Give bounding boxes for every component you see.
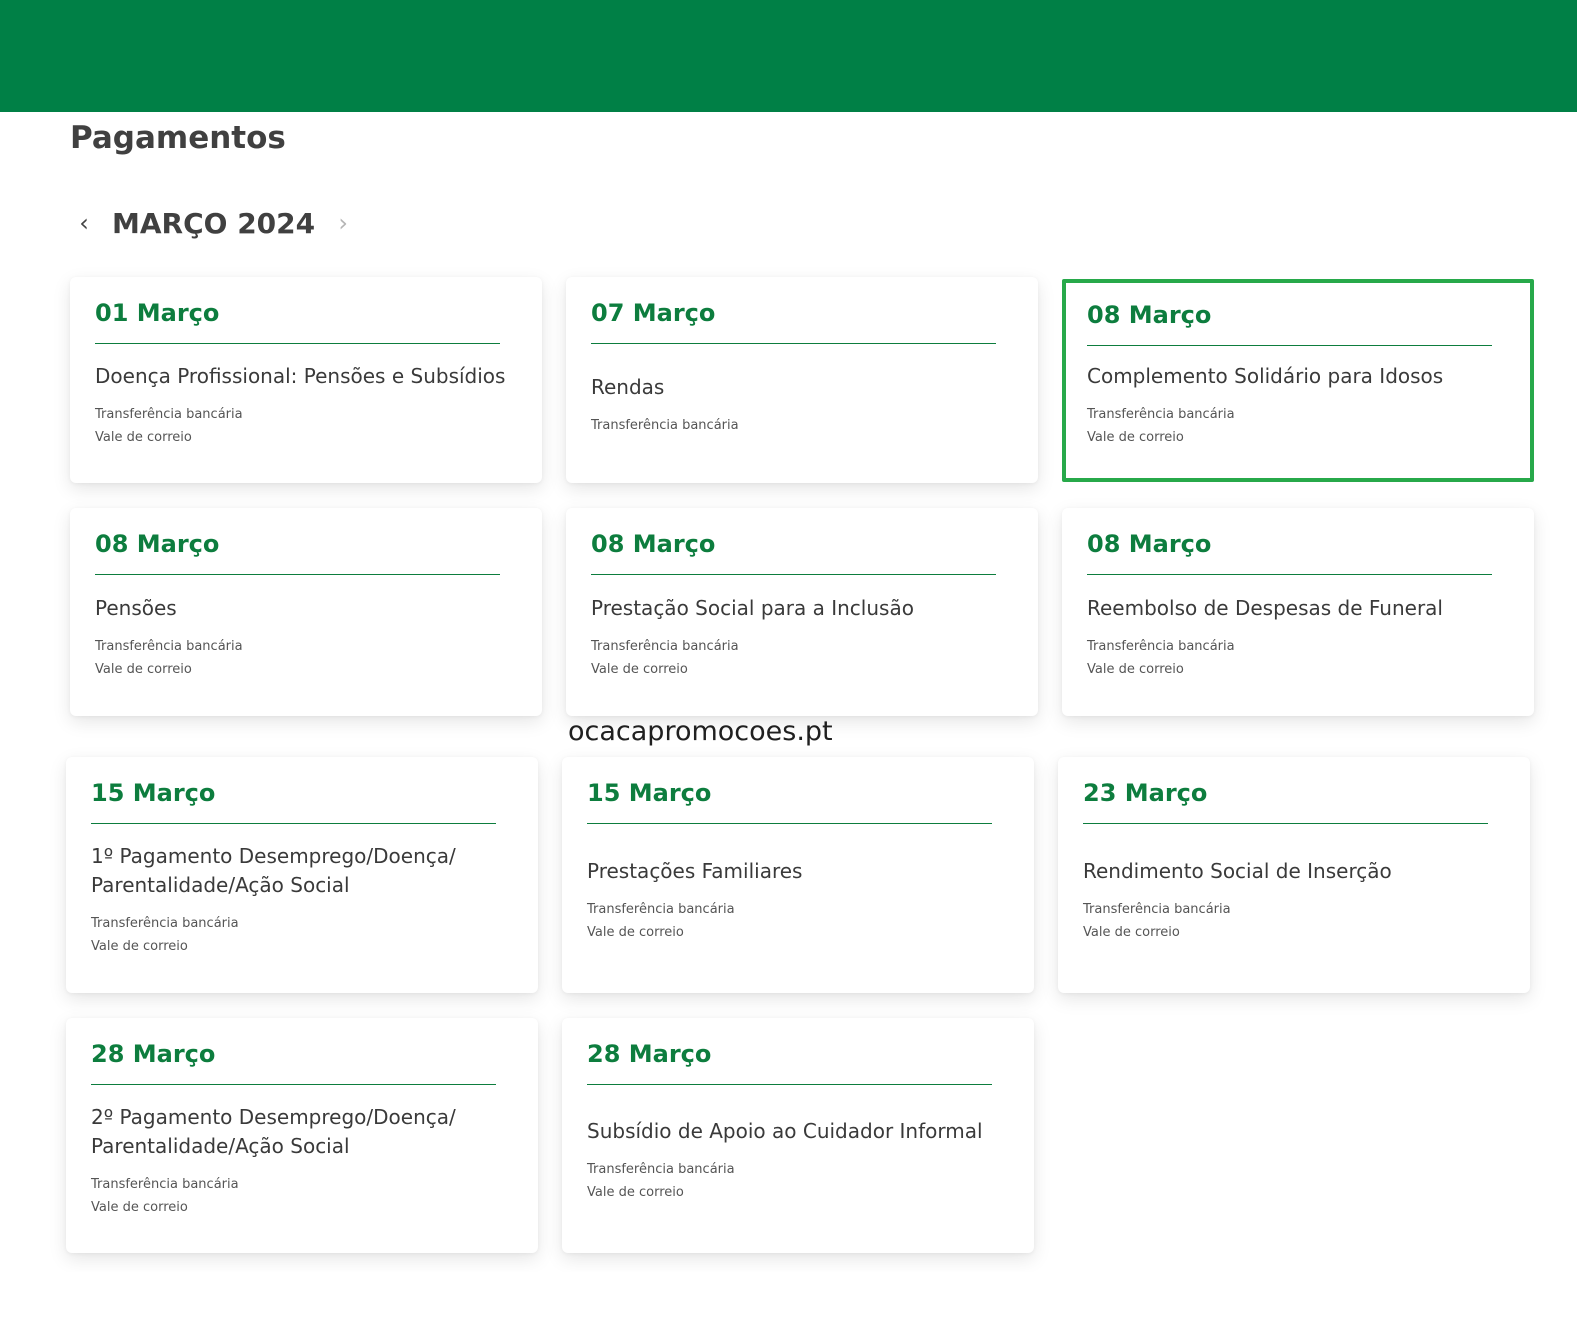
payment-method: Vale de correio — [95, 429, 192, 445]
card-body: Prestação Social para a Inclusão Transfer… — [591, 580, 1020, 694]
chevron-left-icon[interactable]: ‹ — [70, 203, 98, 243]
month-navigator: ‹ MARÇO 2024 › — [70, 200, 357, 246]
card-body: 2º Pagamento Desemprego/Doença/ Parental… — [91, 1090, 520, 1231]
payment-card[interactable]: 07 Março Rendas Transferência bancária — [566, 277, 1038, 483]
card-date: 01 Março — [95, 299, 220, 327]
card-title: Rendimento Social de Inserção — [1083, 858, 1392, 883]
card-date: 23 Março — [1083, 779, 1208, 807]
payment-card[interactable]: 23 Março Rendimento Social de Inserção Tra… — [1058, 757, 1530, 993]
payment-card[interactable]: 01 Março Doença Profissional: Pensões e S… — [70, 277, 542, 483]
payment-method: Transferência bancária — [591, 638, 739, 654]
card-divider — [591, 343, 996, 344]
payment-method: Vale de correio — [587, 924, 684, 940]
payment-method: Vale de correio — [91, 939, 188, 954]
payment-card[interactable]: 15 Março Prestações Familiares Transferênc… — [562, 757, 1034, 993]
payment-method: Transferência bancária — [95, 406, 243, 422]
card-date: 07 Março — [591, 299, 716, 327]
payment-method: Transferência bancária — [1083, 901, 1231, 917]
payment-method: Transferência bancária — [587, 1162, 735, 1177]
payment-method: Transferência bancária — [1087, 638, 1235, 654]
card-body: Complemento Solidário para Idosos Transfe… — [1087, 351, 1512, 460]
card-title: Complemento Solidário para Idosos — [1087, 364, 1444, 388]
card-divider — [591, 574, 996, 575]
payment-method: Transferência bancária — [91, 916, 239, 931]
card-body: Rendimento Social de Inserção Transferênc… — [1083, 829, 1512, 971]
payment-method: Transferência bancária — [95, 638, 243, 654]
payment-card[interactable]: 28 Março 2º Pagamento Desemprego/Doença/ … — [66, 1018, 538, 1253]
card-date: 28 Março — [91, 1040, 216, 1068]
card-body: Pensões Transferência bancária Vale de cor… — [95, 580, 524, 694]
payment-card[interactable]: 15 Março 1º Pagamento Desemprego/Doença/ … — [66, 757, 538, 993]
payment-method: Vale de correio — [95, 661, 192, 677]
payment-card[interactable]: 08 Março Pensões Transferência bancária Val… — [70, 508, 542, 716]
card-divider — [587, 823, 992, 824]
card-divider — [95, 343, 500, 344]
card-title: Prestação Social para a Inclusão — [591, 595, 914, 620]
card-date: 28 Março — [587, 1040, 712, 1068]
top-header-bar — [0, 0, 1577, 112]
card-divider — [1087, 345, 1492, 346]
card-divider — [91, 1084, 496, 1085]
card-date: 08 Março — [1087, 301, 1212, 329]
card-title: 2º Pagamento Desemprego/Doença/ Parental… — [91, 1104, 456, 1158]
card-title: Prestações Familiares — [587, 858, 803, 883]
card-body: Rendas Transferência bancária — [591, 349, 1020, 461]
payment-card[interactable]: 08 Março Reembolso de Despesas de Funeral… — [1062, 508, 1534, 716]
card-title: Pensões — [95, 595, 177, 620]
card-date: 08 Março — [591, 530, 716, 558]
payment-method: Transferência bancária — [591, 418, 739, 433]
chevron-right-icon[interactable]: › — [329, 203, 357, 243]
payment-method: Vale de correio — [1087, 661, 1184, 677]
payment-method: Vale de correio — [1083, 924, 1180, 940]
card-date: 15 Março — [91, 779, 216, 807]
payment-method: Transferência bancária — [91, 1176, 239, 1192]
payment-card[interactable]: 28 Março Subsídio de Apoio ao Cuidador In… — [562, 1018, 1034, 1253]
card-divider — [95, 574, 500, 575]
payment-method: Transferência bancária — [587, 901, 735, 917]
current-month-label: MARÇO 2024 — [112, 206, 316, 240]
card-title: Subsídio de Apoio ao Cuidador Informal — [587, 1119, 983, 1143]
card-divider — [587, 1084, 992, 1085]
card-divider — [1083, 823, 1488, 824]
payment-method: Vale de correio — [91, 1199, 188, 1215]
card-body: Reembolso de Despesas de Funeral Transfer… — [1087, 580, 1516, 694]
payment-method: Vale de correio — [1087, 430, 1184, 445]
card-body: 1º Pagamento Desemprego/Doença/ Parental… — [91, 829, 520, 971]
page-bottom — [0, 1272, 1577, 1325]
card-title: 1º Pagamento Desemprego/Doença/ Parental… — [91, 844, 456, 897]
card-date: 15 Março — [587, 779, 712, 807]
card-title: Doença Profissional: Pensões e Subsídios — [95, 363, 506, 388]
payment-method: Transferência bancária — [1087, 407, 1235, 422]
payment-card[interactable]: 08 Março Complemento Solidário para Idoso… — [1062, 279, 1534, 482]
watermark-text: ocacapromocoes.pt — [568, 716, 833, 747]
card-date: 08 Março — [95, 530, 220, 558]
card-body: Subsídio de Apoio ao Cuidador Informal Tr… — [587, 1090, 1016, 1231]
payment-card[interactable]: 08 Março Prestação Social para a Inclusão… — [566, 508, 1038, 716]
card-title: Reembolso de Despesas de Funeral — [1087, 595, 1443, 620]
card-divider — [91, 823, 496, 824]
card-body: Prestações Familiares Transferência bancá… — [587, 829, 1016, 971]
card-divider — [1087, 574, 1492, 575]
page-title: Pagamentos — [70, 120, 286, 156]
card-body: Doença Profissional: Pensões e Subsídios… — [95, 349, 524, 461]
card-date: 08 Março — [1087, 530, 1212, 558]
payment-method: Vale de correio — [591, 661, 688, 677]
payment-method: Vale de correio — [587, 1185, 684, 1200]
card-title: Rendas — [591, 375, 665, 399]
